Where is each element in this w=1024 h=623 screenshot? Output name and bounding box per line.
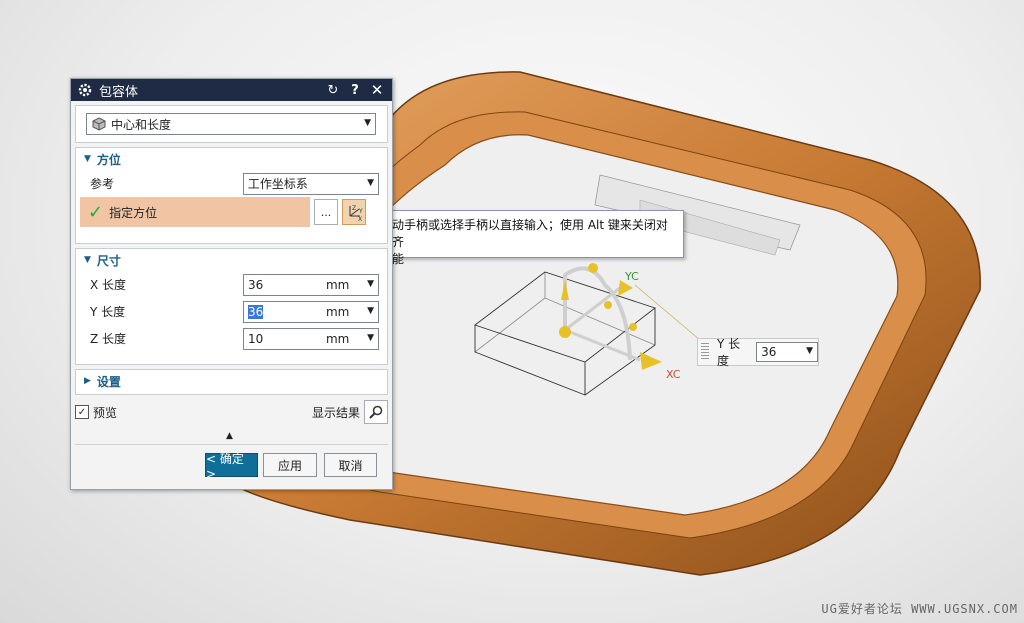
gear-icon — [78, 83, 92, 97]
show-result-label: 显示结果 — [311, 405, 360, 420]
onscreen-input-box[interactable]: Y 长度 36 ▼ — [697, 337, 819, 368]
onscreen-y-length-value: 36 — [761, 345, 777, 359]
handle-tooltip: 动手柄或选择手柄以直接输入；使用 Alt 键来关闭对齐 能 — [390, 210, 684, 266]
tooltip-line-2: 能 — [392, 252, 405, 266]
ok-button[interactable]: < 确定 > — [205, 452, 258, 481]
orientation-section: ▼ 方位 参考 工作坐标系 ▼ ✓ 指定方位 ... Z Y X — [75, 147, 388, 244]
svg-text:X: X — [358, 216, 362, 222]
orientation-header[interactable]: ▼ 方位 — [76, 148, 387, 170]
reference-label: 参考 — [90, 177, 115, 191]
expand-triangle-icon: ▶ — [84, 376, 91, 386]
collapse-triangle-icon: ▼ — [84, 255, 91, 265]
dialog-title-bar[interactable]: 包容体 ↻ ? ✕ — [71, 79, 392, 101]
dimensions-header-label: 尺寸 — [96, 253, 121, 268]
specify-orientation-label: 指定方位 — [109, 205, 158, 220]
preview-checkbox[interactable]: ✓ — [75, 405, 89, 419]
dimensions-header[interactable]: ▼ 尺寸 — [76, 249, 387, 271]
help-icon[interactable]: ? — [346, 81, 364, 99]
yc-axis-label: YC — [624, 270, 639, 283]
ellipsis-icon: ... — [320, 205, 332, 219]
x-length-field[interactable]: 36 mm ▼ — [242, 273, 379, 296]
csys-icon: Z Y X — [349, 205, 363, 222]
type-select[interactable]: 中心和长度 ▼ — [86, 113, 376, 135]
settings-header[interactable]: ▶ 设置 — [76, 370, 387, 392]
x-length-value: 36 — [247, 277, 264, 292]
svg-text:Z: Z — [352, 205, 356, 212]
chevron-down-icon[interactable]: ▼ — [367, 178, 374, 188]
csys-dialog-button[interactable]: Z Y X — [342, 199, 366, 225]
reset-icon[interactable]: ↻ — [324, 81, 342, 99]
preview-label: 预览 — [93, 405, 118, 420]
type-select-value: 中心和长度 — [111, 117, 172, 132]
tooltip-line-1: 动手柄或选择手柄以直接输入；使用 Alt 键来关闭对齐 — [392, 218, 668, 249]
settings-section: ▶ 设置 — [75, 369, 388, 395]
reference-select[interactable]: 工作坐标系 ▼ — [242, 172, 379, 195]
apply-button[interactable]: 应用 — [263, 453, 317, 477]
chevron-down-icon[interactable]: ▼ — [367, 333, 374, 343]
specify-orientation-row[interactable]: ✓ 指定方位 — [80, 197, 310, 227]
chevron-down-icon[interactable]: ▼ — [367, 306, 374, 316]
drag-grip-icon[interactable] — [701, 343, 709, 361]
onscreen-y-length-field[interactable]: 36 ▼ — [756, 342, 818, 362]
y-length-field[interactable]: 36 mm ▼ — [242, 300, 379, 323]
cancel-button[interactable]: 取消 — [324, 453, 377, 477]
magnifier-icon — [369, 405, 383, 419]
onscreen-y-length-label: Y 长度 — [716, 337, 741, 368]
chevron-down-icon[interactable]: ▼ — [364, 118, 371, 128]
chevron-down-icon[interactable]: ▼ — [806, 346, 813, 356]
bounding-body-dialog: 包容体 ↻ ? ✕ 中心和长度 ▼ ▼ 方位 参考 工作坐标系 ▼ ✓ 指定方位… — [70, 78, 393, 490]
z-length-value: 10 — [247, 331, 264, 346]
x-length-unit: mm — [325, 277, 350, 292]
y-length-label: Y 长度 — [90, 305, 126, 319]
y-length-unit: mm — [325, 304, 350, 319]
check-icon: ✓ — [88, 201, 104, 223]
close-icon[interactable]: ✕ — [368, 81, 386, 99]
z-length-field[interactable]: 10 mm ▼ — [242, 327, 379, 350]
orientation-header-label: 方位 — [96, 152, 121, 167]
svg-text:Y: Y — [358, 208, 363, 215]
checkmark-icon: ✓ — [77, 406, 87, 418]
watermark: UG爱好者论坛 WWW.UGSNX.COM — [821, 602, 1018, 616]
more-options-icon[interactable]: ▲ — [226, 431, 233, 441]
cube-icon — [92, 117, 106, 131]
reference-value: 工作坐标系 — [247, 177, 308, 191]
type-section: 中心和长度 ▼ — [75, 105, 388, 143]
z-length-label: Z 长度 — [90, 332, 127, 346]
collapse-triangle-icon: ▼ — [84, 154, 91, 164]
dimensions-section: ▼ 尺寸 X 长度 36 mm ▼ Y 长度 36 mm ▼ Z 长度 10 m… — [75, 248, 388, 365]
xc-axis-label: XC — [666, 368, 681, 381]
z-length-unit: mm — [325, 331, 350, 346]
point-dialog-button[interactable]: ... — [314, 199, 338, 225]
dialog-title: 包容体 — [99, 84, 139, 100]
y-length-value: 36 — [247, 304, 264, 319]
footer-divider — [75, 444, 388, 445]
settings-header-label: 设置 — [96, 374, 121, 389]
x-length-label: X 长度 — [90, 278, 127, 292]
show-result-button[interactable] — [364, 400, 388, 424]
chevron-down-icon[interactable]: ▼ — [367, 279, 374, 289]
